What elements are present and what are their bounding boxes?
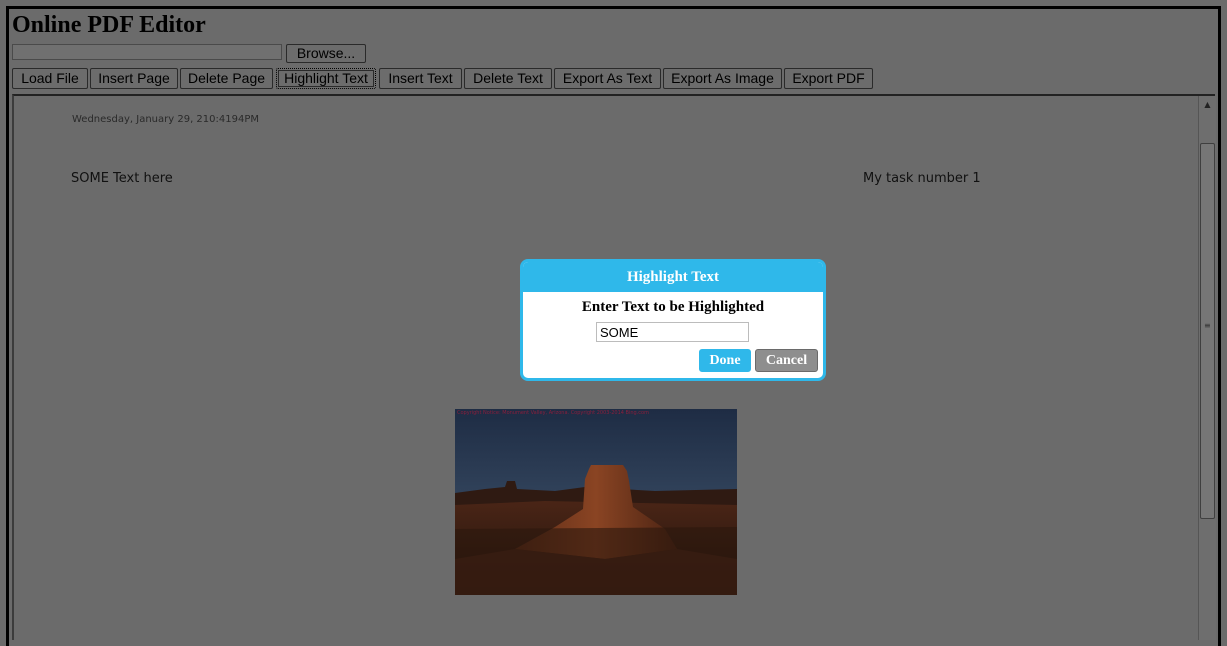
vertical-scrollbar[interactable]: ▲ ≡ bbox=[1198, 96, 1216, 640]
done-button[interactable]: Done bbox=[699, 349, 751, 372]
export-as-text-button[interactable]: Export As Text bbox=[554, 68, 661, 89]
scroll-thumb[interactable]: ≡ bbox=[1200, 143, 1215, 519]
export-pdf-button[interactable]: Export PDF bbox=[784, 68, 873, 89]
dialog-prompt: Enter Text to be Highlighted bbox=[581, 299, 765, 315]
document-date: Wednesday, January 29, 210:4194PM bbox=[72, 114, 259, 125]
highlight-text-dialog: Highlight Text Enter Text to be Highligh… bbox=[520, 259, 826, 381]
app-title: Online PDF Editor bbox=[12, 12, 206, 38]
load-file-button[interactable]: Load File bbox=[12, 68, 88, 89]
image-caption: Copyright Notice: Monument Valley, Arizo… bbox=[457, 410, 649, 416]
file-path-field[interactable] bbox=[12, 44, 282, 60]
highlight-text-button[interactable]: Highlight Text bbox=[276, 68, 376, 89]
document-text-left[interactable]: SOME Text here bbox=[71, 171, 173, 186]
insert-text-button[interactable]: Insert Text bbox=[379, 68, 462, 89]
delete-page-button[interactable]: Delete Page bbox=[180, 68, 273, 89]
browse-button[interactable]: Browse... bbox=[286, 44, 366, 63]
highlight-text-input[interactable] bbox=[596, 322, 749, 342]
insert-page-button[interactable]: Insert Page bbox=[90, 68, 178, 89]
scroll-up-arrow-icon[interactable]: ▲ bbox=[1199, 96, 1216, 113]
scroll-grip-icon: ≡ bbox=[1204, 321, 1211, 330]
dialog-title: Highlight Text bbox=[523, 262, 823, 292]
cancel-button[interactable]: Cancel bbox=[755, 349, 818, 372]
export-as-image-button[interactable]: Export As Image bbox=[663, 68, 782, 89]
document-text-right[interactable]: My task number 1 bbox=[863, 171, 981, 186]
landscape-image bbox=[455, 409, 737, 595]
delete-text-button[interactable]: Delete Text bbox=[464, 68, 552, 89]
document-image-monument-valley[interactable]: Copyright Notice: Monument Valley, Arizo… bbox=[455, 409, 737, 595]
